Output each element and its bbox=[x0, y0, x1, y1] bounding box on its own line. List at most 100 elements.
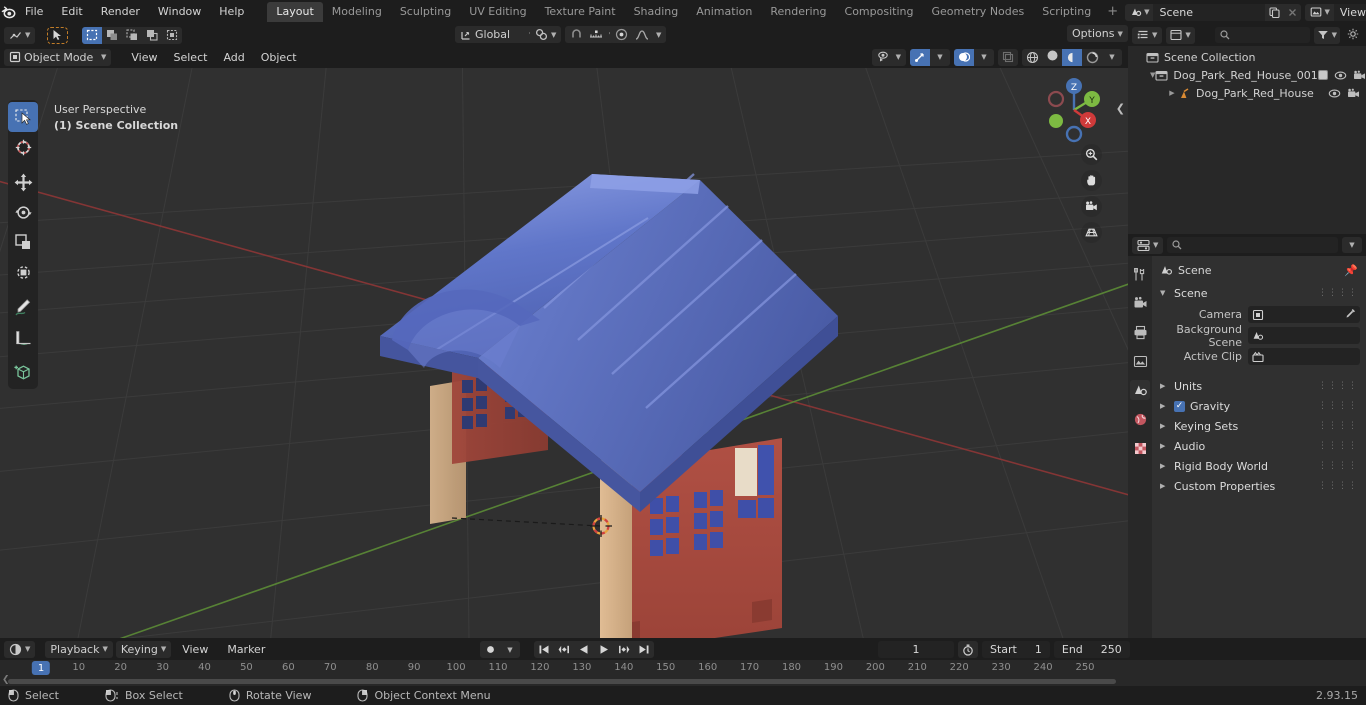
eyedropper-icon[interactable] bbox=[1345, 308, 1356, 322]
eye-icon[interactable] bbox=[1334, 70, 1347, 81]
add-cube-tool[interactable] bbox=[8, 357, 38, 387]
view-layer-tab[interactable] bbox=[1130, 351, 1150, 371]
workspace-tab-rendering[interactable]: Rendering bbox=[761, 2, 835, 22]
prev-keyframe-icon[interactable] bbox=[554, 641, 574, 658]
output-tab[interactable] bbox=[1130, 322, 1150, 342]
chevron-left-icon[interactable]: ❮ bbox=[1116, 102, 1125, 115]
end-frame-field[interactable]: End 250 bbox=[1053, 641, 1130, 658]
properties-panel-header[interactable]: ▶ Audio ⋮⋮⋮⋮ bbox=[1152, 436, 1366, 456]
panel-drag-grip[interactable]: ⋮⋮⋮⋮ bbox=[1318, 382, 1358, 391]
gizmo-chevron-down-icon[interactable]: ▼ bbox=[930, 49, 950, 66]
editor-type-3dview-icon[interactable]: ▼ bbox=[4, 26, 36, 44]
select-mode-group[interactable] bbox=[82, 26, 183, 44]
outliner-search-input[interactable] bbox=[1214, 27, 1310, 43]
auto-key-chevron-down-icon[interactable]: ▼ bbox=[500, 641, 520, 658]
expand-triangle-right-icon[interactable]: ▶ bbox=[1160, 482, 1169, 490]
shading-mode-group[interactable]: ▼ bbox=[1022, 48, 1122, 66]
object-mode-dropdown[interactable]: Object Mode ▼ bbox=[4, 48, 112, 66]
keying-dropdown[interactable]: Keying ▼ bbox=[115, 640, 172, 658]
select-subtract-icon[interactable] bbox=[122, 27, 142, 44]
timeline-scrollbar[interactable] bbox=[8, 679, 1116, 684]
navigation-gizmo[interactable]: Z Y X bbox=[1036, 72, 1112, 148]
play-icon[interactable] bbox=[594, 641, 614, 658]
gizmo-toggle-group[interactable]: ▼ bbox=[910, 48, 950, 66]
panel-enable-checkbox[interactable]: ✓ bbox=[1174, 400, 1185, 412]
properties-editor[interactable]: ▼ ▼ Scene 📌 ▼ Scene ⋮⋮⋮⋮ Camera Backgrou… bbox=[1128, 234, 1366, 638]
workspace-tab-sculpting[interactable]: Sculpting bbox=[391, 2, 460, 22]
properties-icon[interactable]: ▼ bbox=[1132, 236, 1164, 254]
viewport-menu-object[interactable]: Object bbox=[253, 49, 305, 66]
scale-tool[interactable] bbox=[8, 227, 38, 257]
camera-icon[interactable] bbox=[1347, 88, 1360, 99]
playback-dropdown[interactable]: Playback ▼ bbox=[45, 640, 113, 658]
expand-triangle-right-icon[interactable]: ▶ bbox=[1160, 382, 1169, 390]
panel-drag-grip[interactable]: ⋮⋮⋮⋮ bbox=[1318, 482, 1358, 491]
panel-drag-grip[interactable]: ⋮⋮⋮⋮ bbox=[1318, 402, 1358, 411]
tweak-cursor-icon[interactable] bbox=[47, 26, 69, 44]
expand-triangle-right-icon[interactable]: ▶ bbox=[1160, 462, 1169, 470]
panel-drag-grip[interactable]: ⋮⋮⋮⋮ bbox=[1318, 289, 1358, 298]
timeline-icon[interactable]: ▼ bbox=[4, 640, 36, 658]
texture-tab[interactable] bbox=[1130, 438, 1150, 458]
proportional-editing-group[interactable]: ▼ bbox=[610, 26, 667, 43]
show-object-types-dropdown[interactable]: ▼ bbox=[871, 48, 906, 66]
zoom-icon[interactable] bbox=[1081, 144, 1102, 165]
options-dropdown[interactable]: Options ▼ bbox=[1067, 25, 1128, 42]
stopwatch-icon[interactable] bbox=[958, 641, 978, 658]
scene-tab[interactable] bbox=[1130, 380, 1150, 400]
render-tab[interactable] bbox=[1130, 293, 1150, 313]
camera-icon[interactable] bbox=[1353, 70, 1366, 81]
viewport-menu-view[interactable]: View bbox=[123, 49, 165, 66]
outliner-row[interactable]: ▼ Dog_Park_Red_House_001 bbox=[1128, 66, 1366, 84]
properties-panel-header[interactable]: ▶ Units ⋮⋮⋮⋮ bbox=[1152, 376, 1366, 396]
start-frame-field[interactable]: Start 1 bbox=[982, 641, 1050, 658]
annotate-tool[interactable] bbox=[8, 292, 38, 322]
tool-tab[interactable] bbox=[1130, 264, 1150, 284]
add-workspace-button[interactable]: + bbox=[1100, 2, 1125, 22]
select-extend-icon[interactable] bbox=[102, 27, 122, 44]
workspace-tab-layout[interactable]: Layout bbox=[267, 2, 323, 22]
select-invert-icon[interactable] bbox=[142, 27, 162, 44]
auto-keying-group[interactable]: ▼ bbox=[480, 641, 520, 658]
viewport-menu-select[interactable]: Select bbox=[166, 49, 216, 66]
solid-icon[interactable] bbox=[1042, 49, 1062, 66]
property-field-background-scene[interactable] bbox=[1248, 327, 1360, 344]
pan-hand-icon[interactable] bbox=[1081, 170, 1102, 191]
scene-name[interactable]: Scene bbox=[1153, 3, 1266, 21]
workspace-tab-animation[interactable]: Animation bbox=[687, 2, 761, 22]
properties-panel-header[interactable]: ▶ Keying Sets ⋮⋮⋮⋮ bbox=[1152, 416, 1366, 436]
timeline-marker-menu[interactable]: Marker bbox=[219, 641, 273, 658]
timeline-editor[interactable]: ▼ Playback ▼ Keying ▼ View Marker ▼ 1 St… bbox=[0, 638, 1366, 686]
snap-dropdown[interactable]: ▼ bbox=[530, 26, 562, 43]
properties-panel-header[interactable]: ▶ Custom Properties ⋮⋮⋮⋮ bbox=[1152, 476, 1366, 496]
outliner-tree[interactable]: Scene Collection ▼ Dog_Park_Red_House_001 ▶… bbox=[1128, 46, 1366, 102]
jump-start-icon[interactable] bbox=[534, 641, 554, 658]
3d-viewport[interactable]: ▼ Global ▼ ▼ Object Mode ▼ View Select A… bbox=[0, 24, 1128, 638]
outliner-filter-settings-icon[interactable] bbox=[1344, 28, 1362, 43]
rotate-tool[interactable] bbox=[8, 197, 38, 227]
camera-icon[interactable] bbox=[1081, 196, 1102, 217]
scene-icon[interactable]: ▼ bbox=[1125, 3, 1154, 21]
workspace-tab-shading[interactable]: Shading bbox=[625, 2, 688, 22]
world-tab[interactable] bbox=[1130, 409, 1150, 429]
exclude-checkbox[interactable] bbox=[1317, 70, 1328, 80]
select-intersect-icon[interactable] bbox=[162, 27, 182, 44]
rendered-icon[interactable] bbox=[1082, 49, 1102, 66]
outliner-editor[interactable]: ▼ ▼ ▼ Scene Collection ▼ Dog_Park_Red_Hous… bbox=[1128, 24, 1366, 234]
properties-panel-header[interactable]: ▶ ✓ Gravity ⋮⋮⋮⋮ bbox=[1152, 396, 1366, 416]
jump-end-icon[interactable] bbox=[634, 641, 654, 658]
eye-icon[interactable] bbox=[1328, 88, 1341, 99]
filter-icon[interactable]: ▼ bbox=[1313, 26, 1340, 44]
view-layer-icon[interactable]: ▼ bbox=[1305, 3, 1334, 21]
overlays-toggle-group[interactable]: ▼ bbox=[954, 48, 994, 66]
overlays-icon[interactable] bbox=[954, 48, 974, 66]
display-mode-icon[interactable]: ▼ bbox=[1166, 26, 1195, 44]
viewport-canvas[interactable]: User Perspective (1) Scene Collection Z … bbox=[0, 68, 1128, 638]
panel-drag-grip[interactable]: ⋮⋮⋮⋮ bbox=[1318, 462, 1358, 471]
expand-triangle-down-icon[interactable]: ▼ bbox=[1160, 289, 1169, 297]
pin-icon[interactable]: 📌 bbox=[1344, 264, 1358, 277]
workspace-tab-scripting[interactable]: Scripting bbox=[1033, 2, 1100, 22]
transform-orientation-dropdown[interactable]: Global ▼ bbox=[455, 26, 540, 43]
play-reverse-icon[interactable] bbox=[574, 641, 594, 658]
move-tool[interactable] bbox=[8, 167, 38, 197]
